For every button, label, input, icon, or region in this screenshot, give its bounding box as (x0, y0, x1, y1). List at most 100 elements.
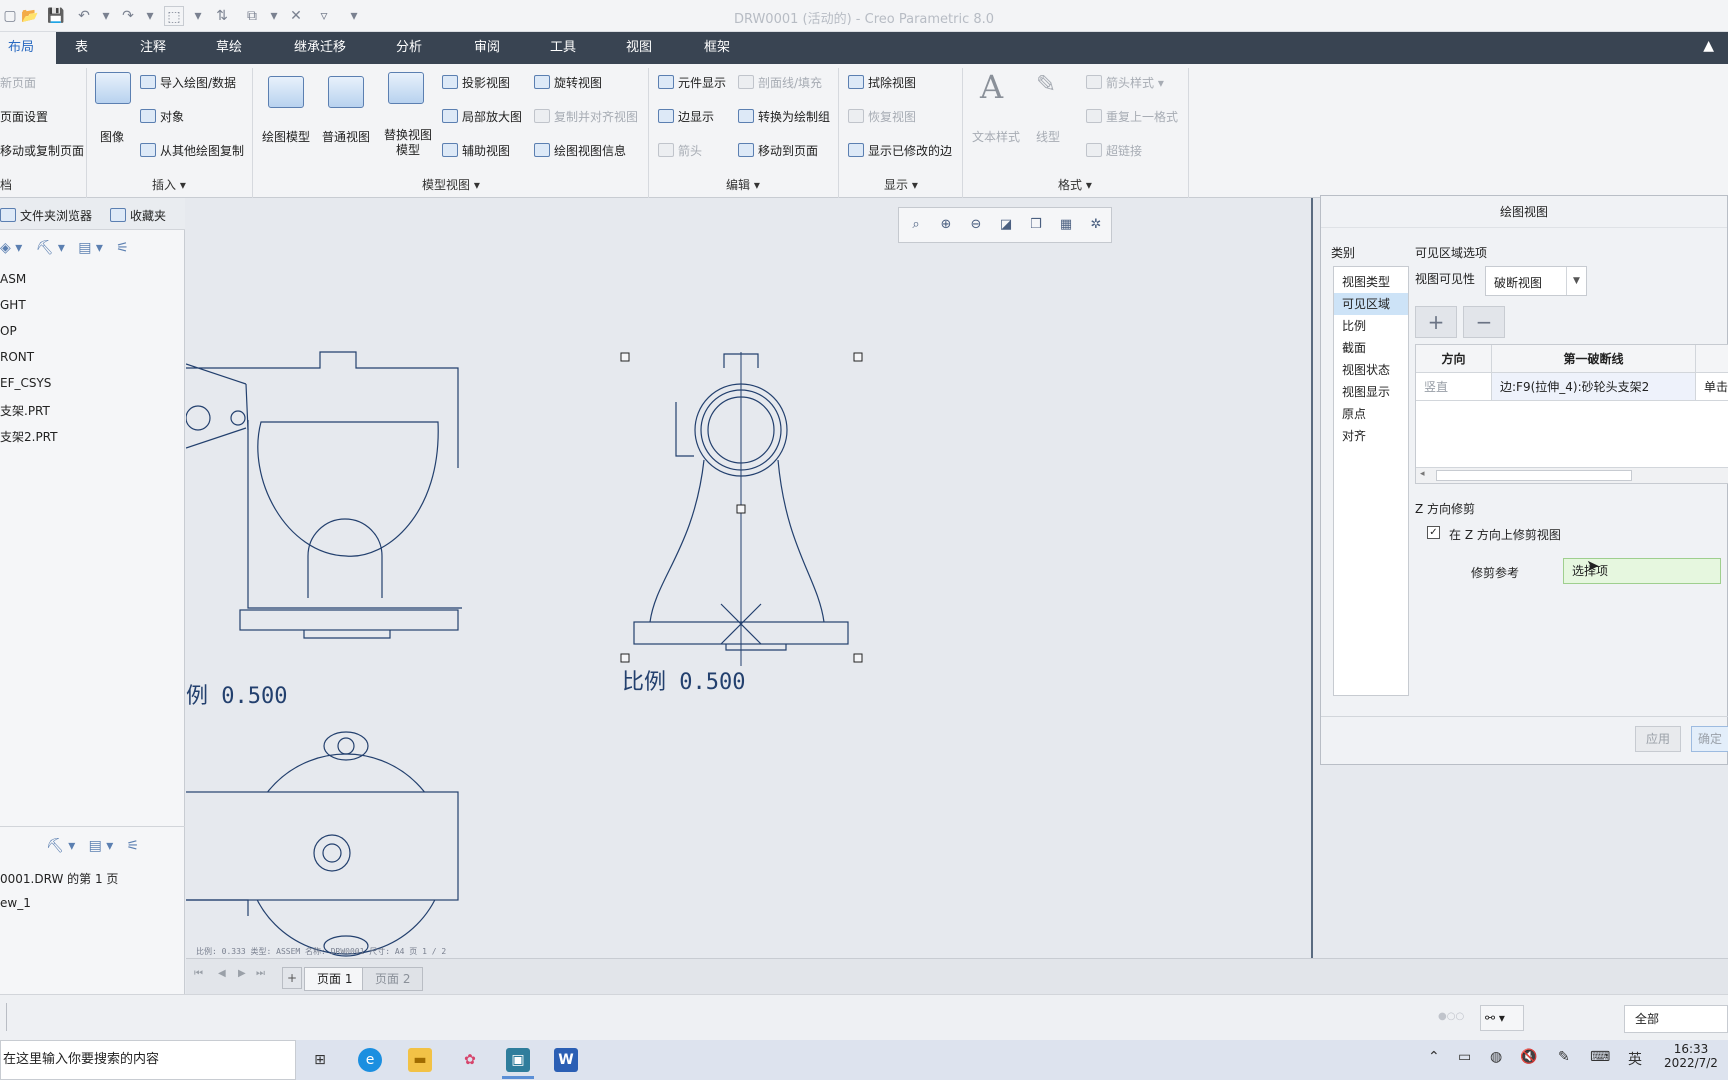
layers-icon[interactable]: ▦ (1057, 216, 1075, 234)
tree-item[interactable]: EF_CSYS (0, 376, 51, 390)
tab-sketch[interactable]: 草绘 (208, 32, 250, 64)
creo-icon[interactable]: ▣ (506, 1048, 530, 1072)
new-page-button[interactable]: 新页面 (0, 74, 36, 91)
tree-item[interactable]: ew_1 (0, 896, 31, 910)
tree-item[interactable]: 支架2.PRT (0, 428, 57, 445)
add-break-button[interactable]: + (1415, 306, 1457, 338)
zoom-in-icon[interactable]: ⊕ (937, 216, 955, 234)
keyboard-icon[interactable]: ⌨ (1590, 1049, 1610, 1065)
category-view-state[interactable]: 视图状态 (1334, 359, 1408, 381)
category-origin[interactable]: 原点 (1334, 403, 1408, 425)
replace-model-button[interactable]: 替换视图模型 (382, 128, 434, 158)
tree-item[interactable]: 0001.DRW 的第 1 页 (0, 870, 118, 887)
image-button[interactable]: 图像 (100, 128, 124, 145)
network-icon[interactable]: ◍ (1490, 1049, 1502, 1065)
table-cell-direction[interactable]: 竖直 (1416, 373, 1492, 401)
edit-group-label[interactable]: 编辑 ▾ (726, 176, 760, 193)
last-page-icon[interactable]: ⏭ (256, 968, 265, 979)
repaint-icon[interactable]: ◪ (997, 216, 1015, 234)
scrollbar-thumb[interactable] (1436, 470, 1632, 481)
copy-from-button[interactable]: 从其他绘图复制 (140, 142, 244, 159)
collapse-ribbon-icon[interactable]: ▲ (1703, 38, 1714, 54)
restore-view-button[interactable]: 恢复视图 (848, 108, 916, 125)
tab-layout[interactable]: 布局 (0, 32, 56, 64)
image-icon[interactable] (95, 72, 131, 104)
insert-group-label[interactable]: 插入 ▾ (152, 176, 186, 193)
selection-filter[interactable]: 全部 (1624, 1005, 1728, 1033)
edge-display-button[interactable]: 边显示 (658, 108, 714, 125)
replace-model-icon[interactable] (388, 72, 424, 104)
table-cell-extra[interactable]: 单击 (1696, 373, 1728, 401)
projection-view-button[interactable]: 投影视图 (442, 74, 510, 91)
task-view-icon[interactable]: ⊞ (308, 1048, 332, 1072)
layer-icon[interactable]: ◈ ▾ ⛏ ▾ ▤ ▾ ⚟ (0, 240, 129, 256)
tab-table[interactable]: 表 (67, 32, 96, 64)
page-setup-button[interactable]: 页面设置 (0, 108, 48, 125)
chevron-left-icon[interactable]: ◂ (1420, 469, 1425, 479)
general-view-icon[interactable] (328, 76, 364, 108)
visibility-select[interactable]: 破断视图 ▼ (1485, 266, 1587, 296)
taskbar-search[interactable]: 在这里输入你要搜索的内容 (0, 1040, 296, 1080)
auxiliary-view-button[interactable]: 辅助视图 (442, 142, 510, 159)
copy-align-view-button[interactable]: 复制并对齐视图 (534, 108, 638, 125)
drawing-model-button[interactable]: 绘图模型 (262, 128, 310, 145)
move-to-page-button[interactable]: 移动到页面 (738, 142, 818, 159)
line-style-icon[interactable]: ✎ (1036, 70, 1056, 98)
volume-mute-icon[interactable]: 🔇 (1520, 1049, 1537, 1065)
hyperlink-button[interactable]: 超链接 (1086, 142, 1142, 159)
file-explorer-icon[interactable]: ▬ (408, 1048, 432, 1072)
tab-legacy[interactable]: 继承迁移 (286, 32, 354, 64)
app-icon[interactable]: ✿ (458, 1048, 482, 1072)
chevron-up-icon[interactable]: ⌃ (1428, 1049, 1440, 1065)
tree-tools-icon[interactable]: ⛏ ▾ ▤ ▾ ⚟ (46, 838, 139, 854)
tab-folder-browser[interactable]: 文件夹浏览器 (0, 207, 92, 224)
convert-group-button[interactable]: 转换为绘制组 (738, 108, 830, 125)
category-view-display[interactable]: 视图显示 (1334, 381, 1408, 403)
tab-favorites[interactable]: 收藏夹 (110, 207, 166, 224)
next-page-icon[interactable]: ▶ (238, 968, 246, 979)
category-scale[interactable]: 比例 (1334, 315, 1408, 337)
first-page-icon[interactable]: ⏮ (194, 968, 203, 979)
erase-view-button[interactable]: 拭除视图 (848, 74, 916, 91)
general-view-button[interactable]: 普通视图 (322, 128, 370, 145)
tab-frame[interactable]: 框架 (696, 32, 738, 64)
drawing-model-icon[interactable] (268, 76, 304, 108)
drawing-canvas[interactable]: 例 0.500 比例 0.500 比例: 0.333 类型: ASSEM 名称:… (186, 198, 1312, 958)
tab-review[interactable]: 审阅 (466, 32, 508, 64)
edge-browser-icon[interactable]: e (358, 1048, 382, 1072)
text-style-icon[interactable]: A (980, 68, 1003, 106)
ime-indicator[interactable]: 英 (1628, 1049, 1642, 1069)
arrow-button[interactable]: 箭头 (658, 142, 702, 159)
category-section[interactable]: 截面 (1334, 337, 1408, 359)
format-group-label[interactable]: 格式 ▾ (1058, 176, 1092, 193)
apply-button[interactable]: 应用 (1635, 726, 1681, 752)
tree-item[interactable]: OP (0, 324, 17, 338)
tree-item[interactable]: 支架.PRT (0, 402, 50, 419)
z-trim-checkbox[interactable]: ✓ (1427, 526, 1440, 539)
clock[interactable]: 16:33 2022/7/2 (1658, 1042, 1724, 1070)
import-button[interactable]: 导入绘图/数据 (140, 74, 236, 91)
splitter[interactable] (1311, 198, 1313, 958)
component-display-button[interactable]: 元件显示 (658, 74, 726, 91)
tree-item[interactable]: GHT (0, 298, 26, 312)
category-visible-area[interactable]: 可见区域 (1334, 293, 1408, 315)
tab-annotate[interactable]: 注释 (132, 32, 174, 64)
tab-tools[interactable]: 工具 (542, 32, 584, 64)
model-view-group-label[interactable]: 模型视图 ▾ (422, 176, 480, 193)
find-button[interactable]: ⚯ ▾ (1480, 1005, 1524, 1031)
table-cell-break[interactable]: 边:F9(拉伸_4):砂轮头支架2 (1492, 373, 1696, 401)
repeat-format-button[interactable]: 重复上一格式 (1086, 108, 1178, 125)
remove-break-button[interactable]: − (1463, 306, 1505, 338)
tree-item[interactable]: ASM (0, 272, 26, 286)
object-button[interactable]: 对象 (140, 108, 184, 125)
add-page-button[interactable]: + (282, 967, 302, 989)
horizontal-scrollbar[interactable]: ◂ (1416, 467, 1728, 483)
detail-view-button[interactable]: 局部放大图 (442, 108, 522, 125)
pen-icon[interactable]: ✎ (1558, 1049, 1570, 1065)
word-icon[interactable]: W (554, 1048, 578, 1072)
text-style-button[interactable]: 文本样式 (972, 128, 1020, 145)
page-tab-2[interactable]: 页面 2 (362, 967, 424, 991)
prev-page-icon[interactable]: ◀ (218, 968, 226, 979)
line-style-button[interactable]: 线型 (1036, 128, 1060, 145)
move-copy-page-button[interactable]: 移动或复制页面 (0, 142, 84, 159)
